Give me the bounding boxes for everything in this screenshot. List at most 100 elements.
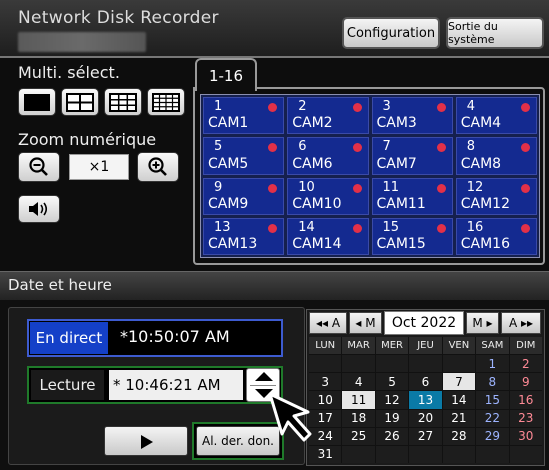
- calendar-day[interactable]: 6: [409, 373, 442, 391]
- calendar-day[interactable]: 3: [309, 373, 342, 391]
- live-button[interactable]: En direct: [30, 322, 108, 354]
- camera-tile[interactable]: 8 CAM8: [455, 137, 537, 175]
- screen-1-icon: [24, 93, 50, 111]
- calendar-empty-cell: [375, 445, 409, 463]
- layout-16-button[interactable]: [147, 88, 185, 116]
- calendar-day[interactable]: 25: [342, 427, 375, 445]
- play-button[interactable]: [104, 426, 188, 456]
- weekday-header: JEU: [409, 337, 442, 355]
- prev-month-button[interactable]: ◂ M: [349, 312, 382, 334]
- calendar-empty-cell: [476, 445, 509, 463]
- calendar-day[interactable]: 11: [342, 391, 375, 409]
- camera-tile[interactable]: 12 CAM12: [455, 177, 537, 215]
- camera-number: 10: [298, 179, 315, 195]
- camera-name: CAM6: [292, 155, 333, 172]
- exit-system-button[interactable]: Sortie du système: [446, 17, 544, 49]
- calendar-day[interactable]: 30: [509, 427, 542, 445]
- calendar-day[interactable]: 16: [509, 391, 542, 409]
- camera-name: CAM4: [460, 115, 502, 132]
- recording-dot-icon: [268, 143, 278, 153]
- camera-tile[interactable]: 5 CAM5: [203, 137, 285, 175]
- layout-4-button[interactable]: [61, 88, 99, 116]
- audio-button[interactable]: [18, 195, 60, 223]
- calendar-day[interactable]: 9: [509, 373, 542, 391]
- calendar-day[interactable]: 14: [442, 391, 476, 409]
- camera-tile[interactable]: 10 CAM10: [287, 177, 369, 215]
- recording-dot-icon: [268, 103, 278, 112]
- camera-tile[interactable]: 3 CAM3: [371, 97, 453, 135]
- layout-1-button[interactable]: [18, 88, 56, 116]
- camera-number: 13: [214, 219, 231, 235]
- calendar-day[interactable]: 29: [476, 427, 509, 445]
- camera-tile[interactable]: 2 CAM2: [287, 97, 369, 135]
- recording-dot-icon: [521, 103, 530, 112]
- next-month-button[interactable]: M ▸: [466, 312, 499, 334]
- zoom-in-button[interactable]: [137, 152, 179, 182]
- recording-dot-icon: [352, 183, 362, 193]
- recording-dot-icon: [436, 223, 446, 233]
- calendar-day[interactable]: 26: [375, 427, 409, 445]
- next-year-button[interactable]: A ▸▸: [501, 312, 541, 334]
- camera-tile[interactable]: 7 CAM7: [371, 137, 453, 175]
- date-time-title: Date et heure: [8, 276, 112, 294]
- calendar-day[interactable]: 8: [476, 373, 509, 391]
- camera-name: CAM11: [376, 195, 426, 212]
- calendar-day[interactable]: 5: [375, 373, 409, 391]
- calendar-day[interactable]: 27: [409, 427, 442, 445]
- calendar-day[interactable]: 1: [476, 355, 509, 373]
- camera-tile[interactable]: 15 CAM15: [371, 217, 453, 255]
- camera-name: CAM9: [208, 195, 249, 212]
- calendar-day[interactable]: 4: [342, 373, 375, 391]
- tab-1-16[interactable]: 1-16: [195, 58, 257, 91]
- camera-tile[interactable]: 6 CAM6: [287, 137, 369, 175]
- camera-number: 15: [382, 219, 400, 235]
- calendar-empty-cell: [342, 445, 375, 463]
- calendar-day[interactable]: 7: [442, 373, 476, 391]
- camera-number: 3: [382, 99, 391, 114]
- camera-tile[interactable]: 13 CAM13: [203, 217, 285, 255]
- screen-9-icon: [109, 92, 137, 112]
- camera-tile[interactable]: 1 CAM1: [203, 97, 285, 135]
- app-title: Network Disk Recorder: [18, 8, 219, 28]
- calendar-day[interactable]: 31: [309, 445, 342, 463]
- layout-9-button[interactable]: [104, 88, 142, 116]
- calendar-day[interactable]: 19: [375, 409, 409, 427]
- calendar-day[interactable]: 12: [375, 391, 409, 409]
- camera-name: CAM12: [460, 195, 510, 212]
- camera-tile[interactable]: 16 CAM16: [455, 217, 537, 255]
- camera-number: 7: [382, 139, 391, 155]
- camera-name: CAM16: [460, 236, 510, 252]
- calendar-day[interactable]: 22: [476, 409, 509, 427]
- calendar-day[interactable]: 18: [342, 409, 375, 427]
- calendar-day[interactable]: 13: [409, 391, 442, 409]
- camera-name: CAM5: [208, 155, 249, 172]
- recording-dot-icon: [521, 223, 530, 233]
- calendar-grid: LUN MAR MER JEU VEN SAM DIM 1 2 3 4 5 6 7 8 9 10 11 12 13 14…: [309, 337, 542, 463]
- calendar-month: Oct 2022: [384, 311, 464, 335]
- camera-name: CAM10: [292, 195, 342, 212]
- camera-tile[interactable]: 14 CAM14: [287, 217, 369, 255]
- zoom-out-button[interactable]: [18, 152, 60, 182]
- arrow-up-icon[interactable]: [255, 372, 273, 381]
- playback-button[interactable]: Lecture: [31, 370, 104, 400]
- calendar-day[interactable]: 28: [442, 427, 476, 445]
- calendar-empty-cell: [375, 355, 409, 373]
- calendar-empty-cell: [509, 445, 542, 463]
- configuration-button[interactable]: Configuration: [342, 17, 440, 49]
- zoom-in-icon: [148, 157, 167, 176]
- digital-zoom-label: Zoom numérique: [18, 130, 157, 149]
- calendar-day[interactable]: 15: [476, 391, 509, 409]
- calendar-day[interactable]: 20: [409, 409, 442, 427]
- prev-year-button[interactable]: ◂◂ A: [309, 312, 347, 334]
- camera-number: 4: [466, 99, 476, 114]
- calendar-day[interactable]: 21: [442, 409, 476, 427]
- camera-tile[interactable]: 9 CAM9: [203, 177, 285, 215]
- calendar-day[interactable]: 23: [509, 409, 542, 427]
- camera-number: 8: [466, 139, 476, 155]
- camera-tile[interactable]: 4 CAM4: [455, 97, 537, 135]
- calendar-day[interactable]: 2: [509, 355, 542, 373]
- recording-dot-icon: [352, 223, 362, 233]
- camera-tile[interactable]: 11 CAM11: [371, 177, 453, 215]
- recording-dot-icon: [521, 143, 530, 153]
- playback-time-field[interactable]: * 10:46:21 AM: [109, 370, 243, 400]
